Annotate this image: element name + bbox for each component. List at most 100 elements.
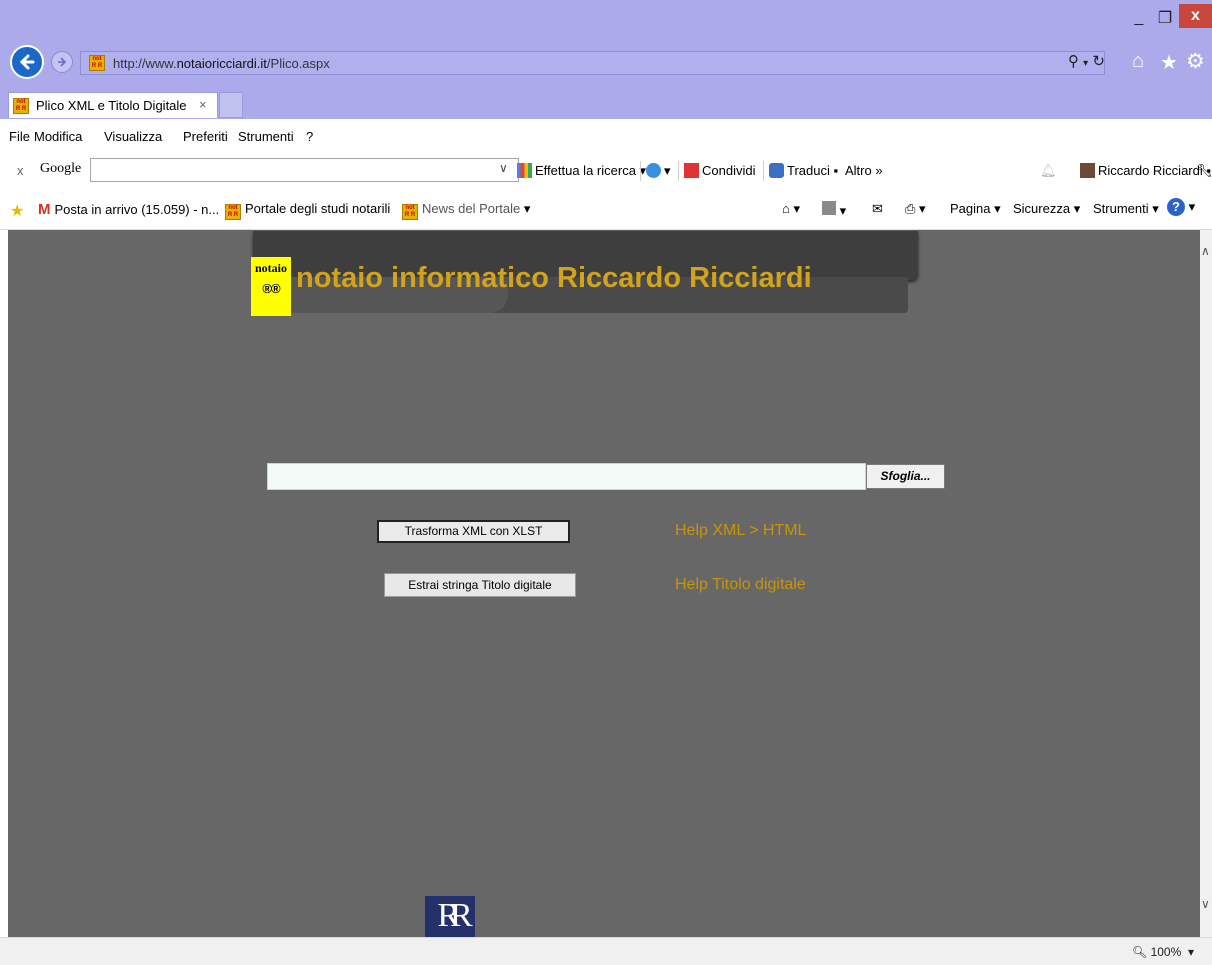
gmail-icon: M: [38, 201, 51, 218]
wrench-icon[interactable]: 🔧︎: [1196, 163, 1212, 179]
scroll-down-icon[interactable]: ∨: [1201, 897, 1210, 911]
fav-gmail[interactable]: M Posta in arrivo (15.059) - n...: [38, 201, 219, 218]
feeds-icon[interactable]: ▾: [822, 201, 846, 219]
favorites-bar: ★ M Posta in arrivo (15.059) - n... not R …: [0, 189, 1212, 230]
tab-plico[interactable]: not R R Plico XML e Titolo Digitale ×: [8, 92, 218, 118]
translate-icon: [769, 163, 784, 178]
search-dropdown-icon[interactable]: ∨: [499, 161, 508, 175]
url-prefix: http://www.: [113, 56, 177, 71]
help-xml-link[interactable]: Help XML > HTML: [675, 522, 806, 540]
site-title: notaio informatico Riccardo Ricciardi: [296, 262, 812, 294]
rr-footer-logo: RR: [425, 896, 475, 937]
file-path-input[interactable]: [267, 463, 866, 490]
help-title-link[interactable]: Help Titolo digitale: [675, 576, 806, 594]
tab-favicon-icon: not R R: [13, 98, 29, 114]
scroll-up-icon[interactable]: ∧: [1201, 244, 1210, 258]
zoom-control[interactable]: 🔍︎ 100% ▾: [1132, 945, 1194, 959]
mail-icon[interactable]: ✉: [872, 201, 883, 217]
more-button[interactable]: Altro »: [845, 163, 883, 178]
close-window-button[interactable]: x: [1179, 4, 1212, 28]
page-menu[interactable]: Pagina ▾: [950, 201, 1001, 217]
gear-icon[interactable]: ⚙: [1186, 49, 1205, 74]
home-command-icon[interactable]: ⌂ ▾: [782, 201, 800, 217]
menu-file[interactable]: File: [9, 129, 30, 144]
tools-menu[interactable]: Strumenti ▾: [1093, 201, 1159, 217]
bell-icon[interactable]: 🔔︎: [1040, 163, 1057, 179]
translate-button[interactable]: Traduci ▪: [769, 163, 838, 178]
back-arrow-icon: [19, 54, 35, 70]
browse-button[interactable]: Sfoglia...: [866, 464, 945, 489]
logo-mark: ®®: [262, 281, 280, 296]
zoom-level: 100%: [1150, 945, 1182, 959]
maximize-button[interactable]: ❐: [1152, 4, 1178, 32]
toolbar-separator: [640, 161, 641, 181]
title-strip: _ ❐ x: [0, 0, 1212, 45]
home-icon[interactable]: ⌂: [1132, 50, 1144, 73]
zoom-icon: 🔍︎: [1132, 945, 1148, 959]
news-favicon-icon: not R R: [402, 204, 418, 220]
notaio-logo: notaio ®®: [251, 257, 291, 316]
url-path: /Plico.aspx: [266, 56, 330, 71]
user-account[interactable]: Riccardo Ricciardi ▪: [1080, 163, 1211, 178]
search-button-label: Effettua la ricerca: [535, 163, 636, 178]
fav-portal[interactable]: not R R Portale degli studi notarili: [225, 201, 390, 220]
google-search-button[interactable]: Effettua la ricerca ▾: [517, 163, 646, 179]
address-bar[interactable]: not R R http://www.notaioricciardi.it/Pli…: [80, 51, 1105, 75]
toolbar-close-icon[interactable]: x: [17, 163, 24, 178]
google-search-input[interactable]: [90, 158, 519, 182]
toolbar-separator: [678, 161, 679, 181]
plus-button[interactable]: ▾: [646, 163, 671, 179]
menu-modifica[interactable]: Modifica: [34, 129, 82, 144]
share-label: Condividi: [702, 163, 756, 178]
tab-label: Plico XML e Titolo Digitale: [36, 98, 187, 113]
menu-preferiti[interactable]: Preferiti: [183, 129, 228, 144]
google-search-icon: [517, 163, 532, 178]
tab-close-icon[interactable]: ×: [199, 97, 207, 112]
print-icon[interactable]: ⎙ ▾: [905, 201, 926, 217]
page-menu-label: Pagina: [950, 201, 991, 216]
tools-menu-label: Strumenti: [1093, 201, 1149, 216]
forward-button[interactable]: [51, 51, 73, 73]
portal-favicon-icon: not R R: [225, 204, 241, 220]
menu-visualizza[interactable]: Visualizza: [104, 129, 162, 144]
add-favorites-icon[interactable]: ★: [10, 201, 24, 221]
toolbar-separator: [763, 161, 764, 181]
extract-title-button[interactable]: Estrai stringa Titolo digitale: [384, 573, 576, 597]
security-menu-label: Sicurezza: [1013, 201, 1071, 216]
avatar: [1080, 163, 1095, 178]
browser-chrome: _ ❐ x not R R http://www.notaioricciardi.…: [0, 0, 1212, 230]
fav-gmail-label: Posta in arrivo (15.059) - n...: [54, 202, 220, 217]
transform-xml-button[interactable]: Trasforma XML con XLST: [377, 520, 570, 543]
forward-arrow-icon: [58, 57, 67, 67]
security-menu[interactable]: Sicurezza ▾: [1013, 201, 1080, 217]
fav-news[interactable]: not R R News del Portale ▾: [402, 201, 530, 220]
back-button[interactable]: [10, 45, 44, 79]
address-url[interactable]: http://www.notaioricciardi.it/Plico.aspx: [113, 56, 330, 71]
site-favicon-icon: not R R: [89, 55, 105, 71]
url-domain: notaioricciardi.it: [176, 56, 267, 71]
help-button[interactable]: ? ▾: [1167, 198, 1195, 216]
menu-strumenti[interactable]: Strumenti: [238, 129, 294, 144]
menu-bar: File Modifica Visualizza Preferiti Strum…: [0, 119, 1212, 153]
vertical-scrollbar[interactable]: [1200, 230, 1212, 937]
share-button[interactable]: Condividi: [684, 163, 755, 178]
new-tab-button[interactable]: [219, 92, 243, 118]
logo-word: notaio: [254, 261, 287, 275]
menu-help[interactable]: ?: [306, 129, 313, 144]
translate-label: Traduci: [787, 163, 830, 178]
user-name: Riccardo Ricciardi: [1098, 163, 1203, 178]
page-viewport: notaio ®® notaio informatico Riccardo Ri…: [8, 230, 1200, 937]
google-logo: Google: [40, 161, 82, 176]
address-tools: ⚲ ▾ ↻: [1068, 52, 1105, 70]
minimize-button[interactable]: _: [1126, 4, 1152, 32]
search-icon[interactable]: ⚲: [1068, 53, 1079, 70]
fav-news-label: News del Portale: [422, 201, 521, 216]
status-bar: 🔍︎ 100% ▾: [0, 937, 1212, 965]
share-icon: [684, 163, 699, 178]
google-toolbar: x Google ∨ Effettua la ricerca ▾ ▾ Condi…: [0, 153, 1212, 189]
plus-icon: [646, 163, 661, 178]
help-icon: ?: [1167, 198, 1185, 216]
favorites-star-icon[interactable]: ★: [1160, 50, 1178, 75]
refresh-icon[interactable]: ↻: [1092, 53, 1105, 70]
dropdown-icon[interactable]: ▾: [1083, 58, 1088, 69]
